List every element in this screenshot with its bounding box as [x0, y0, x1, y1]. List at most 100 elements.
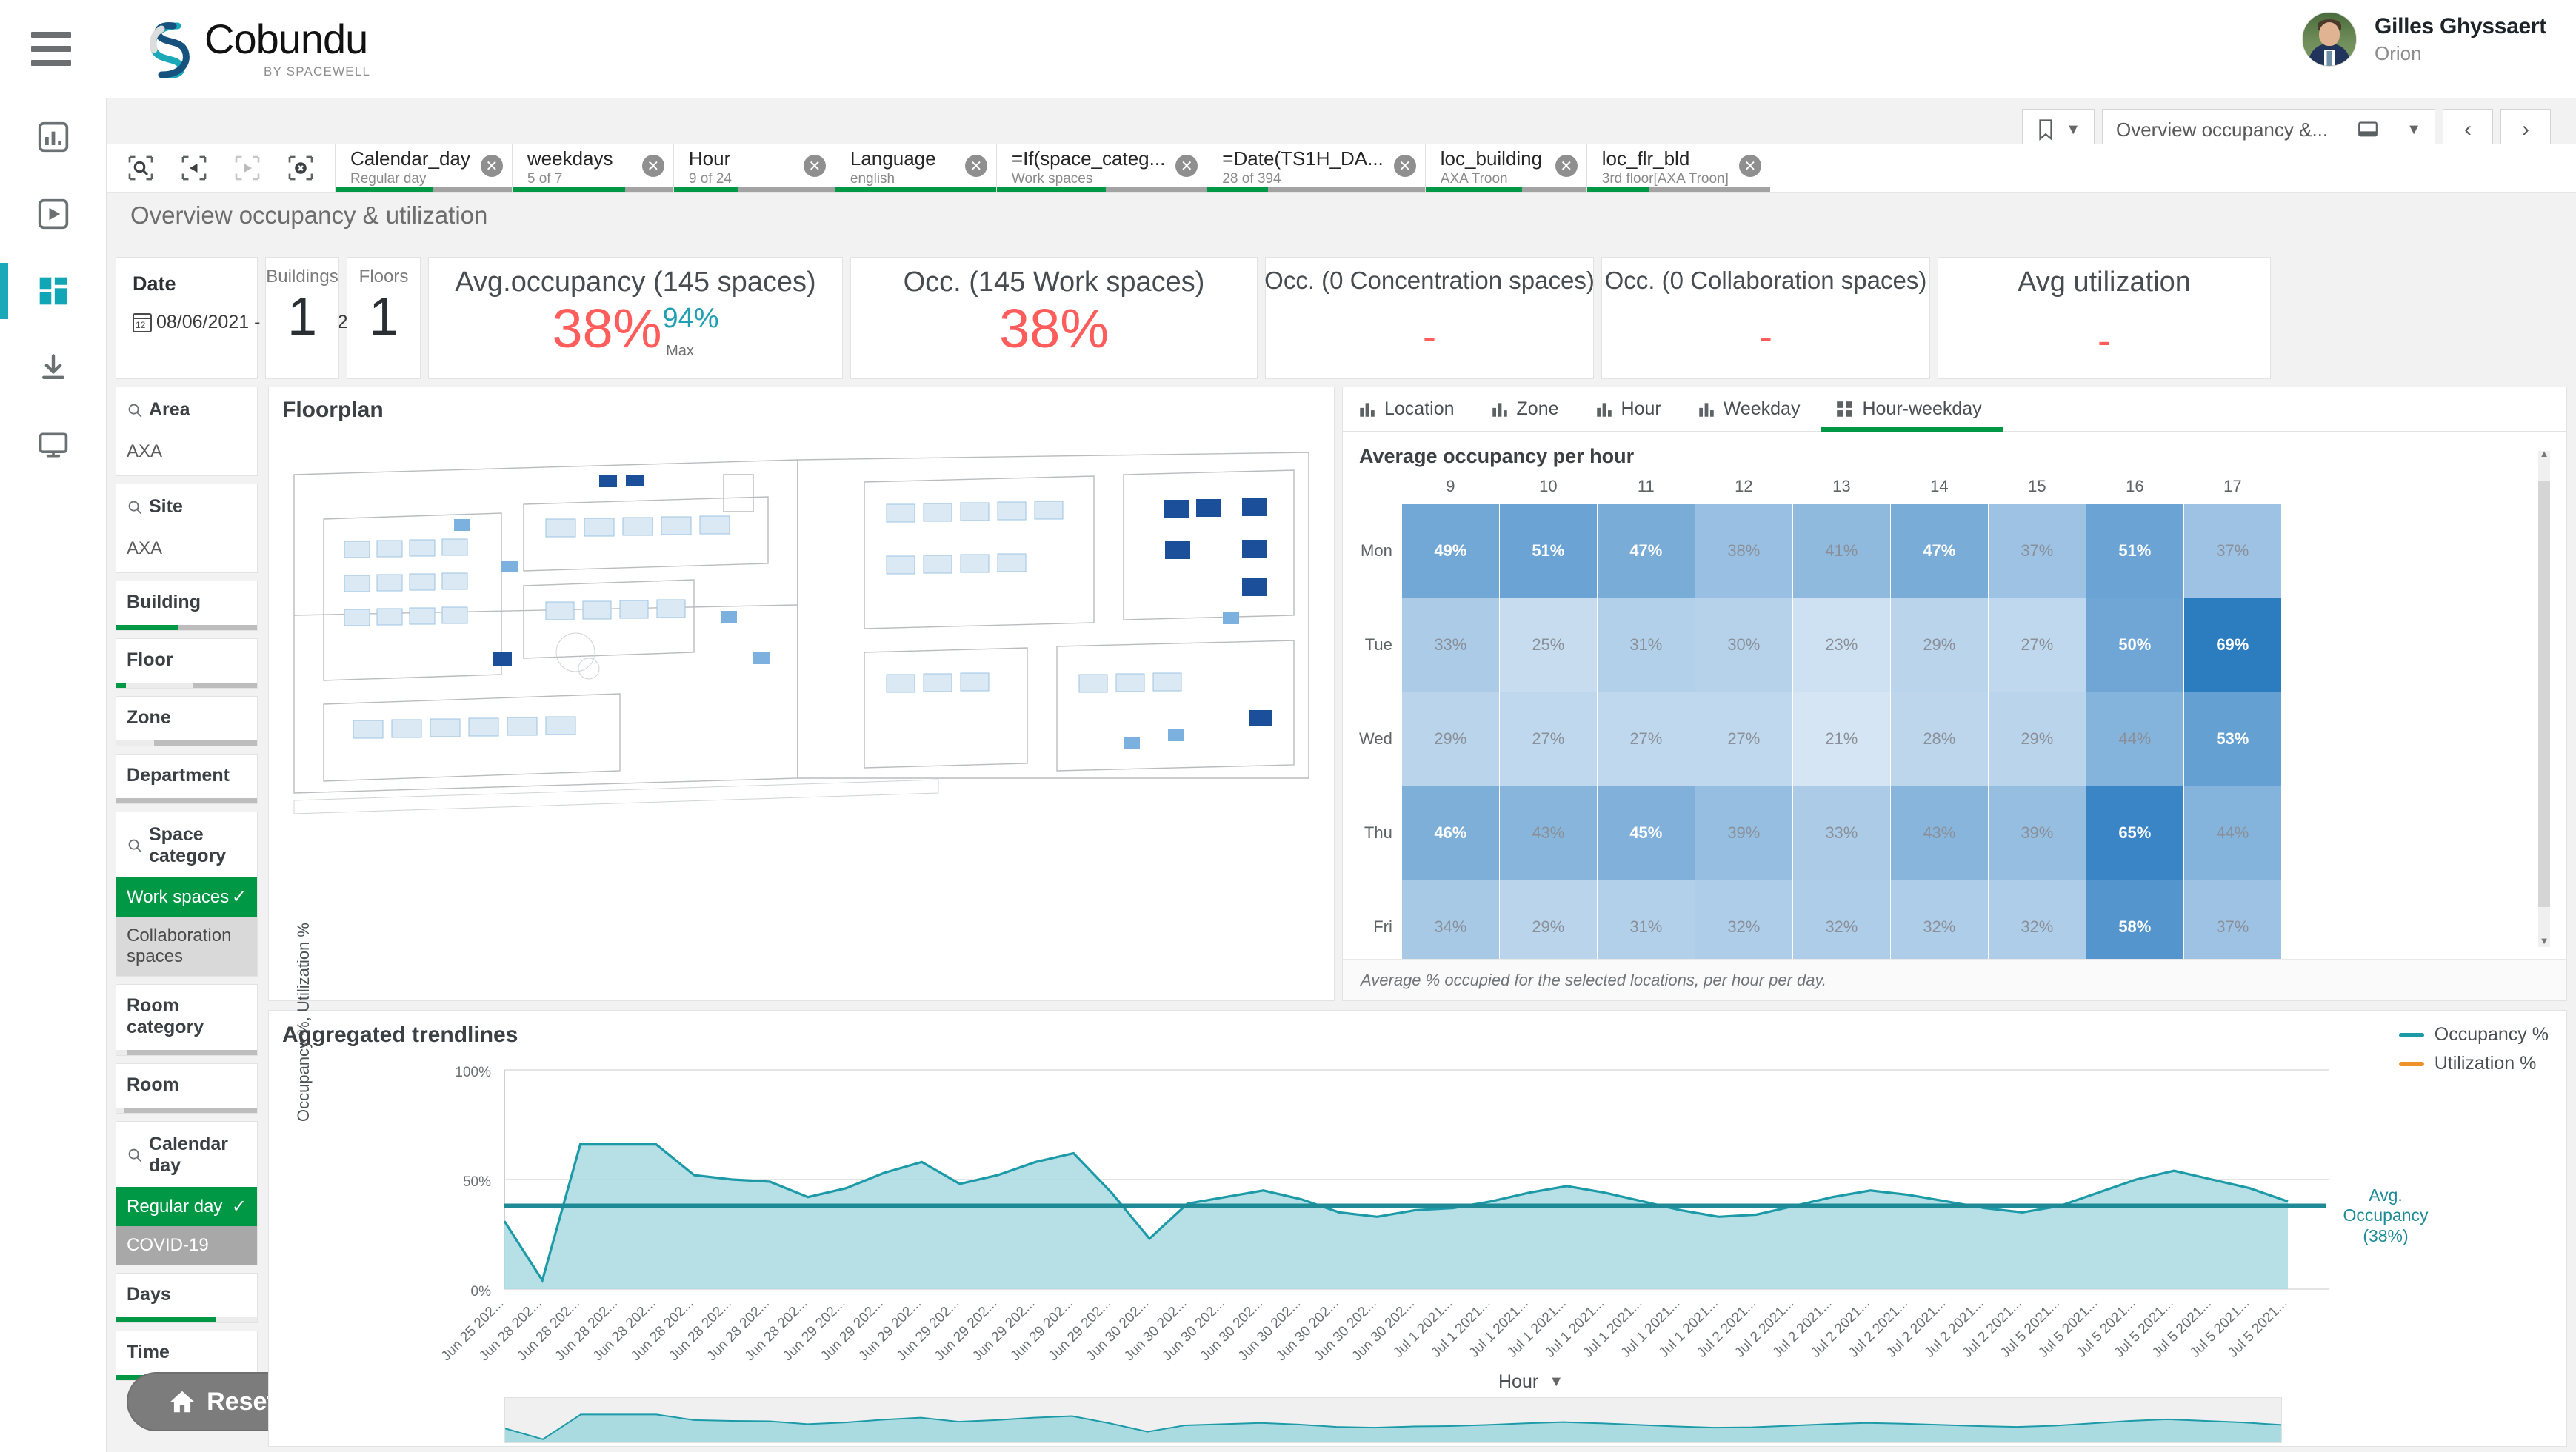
selection-chip[interactable]: weekdays 5 of 7 ✕: [511, 144, 673, 192]
heatmap-tab-location[interactable]: Location: [1343, 387, 1475, 431]
close-icon[interactable]: ✕: [1738, 155, 1761, 177]
filter-option[interactable]: Collaboration spaces: [116, 917, 257, 976]
rail-item-download[interactable]: [0, 329, 107, 407]
heatmap-cell[interactable]: 43%: [1889, 786, 1989, 880]
heatmap-cell[interactable]: 69%: [2183, 598, 2282, 692]
scroll-up-icon[interactable]: ▲: [2538, 449, 2550, 461]
selection-search-icon[interactable]: [114, 144, 167, 193]
heatmap-tab-zone[interactable]: Zone: [1475, 387, 1580, 431]
heatmap-cell[interactable]: 38%: [1694, 503, 1793, 598]
selection-chip[interactable]: loc_flr_bld 3rd floor[AXA Troon] ✕: [1586, 144, 1770, 192]
filter-option[interactable]: Work spaces ✓: [116, 877, 257, 917]
heatmap-cell[interactable]: 53%: [2183, 692, 2282, 786]
heatmap-cell[interactable]: 49%: [1401, 503, 1500, 598]
heatmap-cell[interactable]: 27%: [1498, 692, 1598, 786]
heatmap-cell[interactable]: 21%: [1792, 692, 1891, 786]
filter-option[interactable]: COVID-19: [116, 1226, 257, 1265]
heatmap-cell[interactable]: 29%: [1401, 692, 1500, 786]
selection-chip[interactable]: Calendar_day Regular day ✕: [335, 144, 512, 192]
heatmap-cell[interactable]: 29%: [1889, 598, 1989, 692]
heatmap-cell[interactable]: 31%: [1596, 598, 1695, 692]
filter-value[interactable]: AXA: [116, 528, 257, 572]
heatmap-scrollbar[interactable]: ▲ ▼: [2538, 449, 2550, 949]
heatmap-cell[interactable]: 23%: [1792, 598, 1891, 692]
selection-chip[interactable]: Language english ✕: [834, 144, 996, 192]
filter-building[interactable]: Building: [116, 581, 258, 631]
filter-option[interactable]: Regular day ✓: [116, 1187, 257, 1226]
filter-floor[interactable]: Floor: [116, 638, 258, 689]
selection-chip[interactable]: =If(space_categ... Work spaces ✕: [995, 144, 1207, 192]
brand-logo-group[interactable]: Cobundu BY SPACEWELL: [145, 19, 370, 79]
close-icon[interactable]: ✕: [1175, 155, 1198, 177]
heatmap-cell[interactable]: 47%: [1596, 503, 1695, 598]
close-icon[interactable]: ✕: [1393, 155, 1416, 177]
filter-calendar-day[interactable]: Calendar day Regular day ✓ COVID-19: [116, 1121, 258, 1265]
scroll-thumb[interactable]: [2538, 481, 2550, 908]
heatmap-cell[interactable]: 46%: [1401, 786, 1500, 880]
filter-space-category[interactable]: Space category Work spaces ✓ Collaboration …: [116, 812, 258, 977]
heatmap-cell[interactable]: 51%: [2085, 503, 2184, 598]
heatmap-cell[interactable]: 33%: [1401, 598, 1500, 692]
filter-room[interactable]: Room: [116, 1063, 258, 1114]
filter-days[interactable]: Days: [116, 1273, 258, 1323]
filter-area[interactable]: Area AXA: [116, 387, 258, 476]
close-icon[interactable]: ✕: [480, 155, 503, 177]
heatmap-cell[interactable]: 29%: [1987, 692, 2086, 786]
heatmap-cell[interactable]: 33%: [1792, 786, 1891, 880]
filter-room-category[interactable]: Room category: [116, 984, 258, 1056]
hamburger-icon[interactable]: [31, 32, 71, 66]
heatmap-cell[interactable]: 65%: [2085, 786, 2184, 880]
rail-item-story[interactable]: [0, 175, 107, 252]
rail-item-sheets[interactable]: [0, 252, 107, 329]
search-icon[interactable]: [127, 837, 143, 854]
heatmap-cell[interactable]: 51%: [1498, 503, 1598, 598]
selection-chip[interactable]: loc_building AXA Troon ✕: [1424, 144, 1586, 192]
heatmap-cell[interactable]: 37%: [1987, 503, 2086, 598]
close-icon[interactable]: ✕: [964, 155, 987, 177]
close-icon[interactable]: ✕: [1555, 155, 1578, 177]
search-icon[interactable]: [127, 402, 143, 418]
filter-zone[interactable]: Zone: [116, 696, 258, 746]
date-range-picker[interactable]: 08/06/2021 - 05/07/2021 ▼: [133, 312, 378, 333]
filter-department[interactable]: Department: [116, 754, 258, 804]
filter-value[interactable]: AXA: [116, 431, 257, 475]
user-profile[interactable]: Gilles Ghyssaert Orion: [2302, 12, 2546, 67]
trendlines-plot[interactable]: 0% 50% 100% Jun 25 202... Jun 28 202... Jun 2…: [269, 1057, 2568, 1368]
heatmap-tab-weekday[interactable]: Weekday: [1682, 387, 1821, 431]
close-icon[interactable]: ✕: [803, 155, 826, 177]
filter-site[interactable]: Site AXA: [116, 484, 258, 573]
heatmap-cell[interactable]: 27%: [1596, 692, 1695, 786]
hour-dimension-button[interactable]: Hour ▼: [1498, 1371, 1564, 1393]
heatmap-grid[interactable]: 9 10 11 12 13 14 15 16 17 Mon 49% 51% 47% 38% 41% 47% 37…: [1359, 477, 2282, 974]
heatmap-cell[interactable]: 44%: [2183, 786, 2282, 880]
heatmap-cell[interactable]: 27%: [1694, 692, 1793, 786]
floorplan-canvas[interactable]: [279, 430, 1324, 990]
step-back-icon[interactable]: [167, 144, 221, 193]
search-icon[interactable]: [127, 1147, 143, 1163]
heatmap-cell[interactable]: 45%: [1596, 786, 1695, 880]
scroll-down-icon[interactable]: ▼: [2538, 936, 2550, 949]
rail-item-analytics[interactable]: [0, 98, 107, 175]
heatmap-cell[interactable]: 44%: [2085, 692, 2184, 786]
heatmap-cell[interactable]: 39%: [1694, 786, 1793, 880]
heatmap-cell[interactable]: 50%: [2085, 598, 2184, 692]
heatmap-cell[interactable]: 37%: [2183, 503, 2282, 598]
heatmap-cell[interactable]: 28%: [1889, 692, 1989, 786]
heatmap-cell[interactable]: 43%: [1498, 786, 1598, 880]
search-icon[interactable]: [127, 499, 143, 515]
clear-all-icon[interactable]: [274, 144, 327, 193]
selection-chip[interactable]: =Date(TS1H_DA... 28 of 394 ✕: [1207, 144, 1425, 192]
legend-item-occupancy[interactable]: Occupancy %: [2398, 1024, 2549, 1045]
heatmap-cell[interactable]: 47%: [1889, 503, 1989, 598]
heatmap-tab-hour-weekday[interactable]: Hour-weekday: [1821, 387, 2003, 432]
trendlines-minimap[interactable]: [504, 1397, 2282, 1443]
selection-chip[interactable]: Hour 9 of 24 ✕: [673, 144, 835, 192]
close-icon[interactable]: ✕: [641, 155, 664, 177]
heatmap-cell[interactable]: 41%: [1792, 503, 1891, 598]
heatmap-cell[interactable]: 25%: [1498, 598, 1598, 692]
heatmap-cell[interactable]: 39%: [1987, 786, 2086, 880]
heatmap-cell[interactable]: 27%: [1987, 598, 2086, 692]
step-forward-icon[interactable]: [221, 144, 274, 193]
heatmap-tab-hour[interactable]: Hour: [1580, 387, 1682, 431]
heatmap-cell[interactable]: 30%: [1694, 598, 1793, 692]
